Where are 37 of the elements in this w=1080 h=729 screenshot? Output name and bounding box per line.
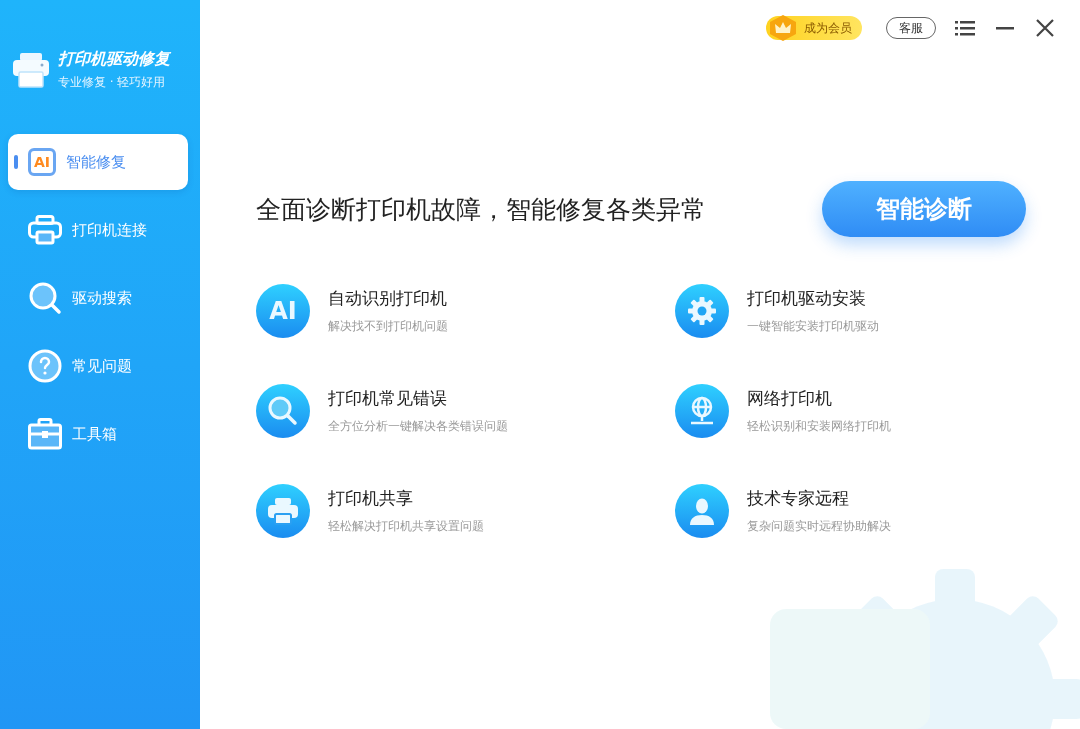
ai-icon: AI [256, 284, 310, 338]
feature-description: 解决找不到打印机问题 [328, 318, 448, 335]
feature-description: 轻松解决打印机共享设置问题 [328, 518, 484, 535]
headline: 全面诊断打印机故障，智能修复各类异常 [256, 193, 706, 226]
crown-icon [768, 14, 798, 42]
search-icon [28, 281, 62, 315]
printer-logo-icon [12, 52, 50, 88]
app-title: 打印机驱动修复 [58, 49, 170, 70]
feature-description: 轻松识别和安装网络打印机 [747, 418, 891, 435]
feature-description: 全方位分析一键解决各类错误问题 [328, 418, 508, 435]
printer-icon [256, 484, 310, 538]
person-icon [675, 484, 729, 538]
feature-description: 复杂问题实时远程协助解决 [747, 518, 891, 535]
ai-icon: AI [28, 148, 56, 176]
feature-description: 一键智能安装打印机驱动 [747, 318, 879, 335]
vip-button[interactable]: 成为会员 [766, 16, 862, 40]
toolbox-icon [28, 418, 62, 450]
nav-label: 打印机连接 [72, 220, 147, 240]
close-icon[interactable] [1034, 17, 1056, 39]
globe-icon [675, 384, 729, 438]
feature-title[interactable]: 网络打印机 [747, 387, 891, 410]
feature-title[interactable]: 打印机常见错误 [328, 387, 508, 410]
feature-title[interactable]: 自动识别打印机 [328, 287, 448, 310]
customer-service-button[interactable]: 客服 [886, 17, 936, 39]
feature-title[interactable]: 技术专家远程 [747, 487, 891, 510]
feature-title[interactable]: 打印机共享 [328, 487, 484, 510]
nav-label: 智能修复 [66, 152, 126, 172]
gear-icon [675, 284, 729, 338]
selection-indicator [14, 155, 18, 169]
app-subtitle: 专业修复 · 轻巧好用 [58, 74, 167, 91]
feature-title[interactable]: 打印机驱动安装 [747, 287, 879, 310]
printer-icon [28, 215, 62, 245]
nav-label: 常见问题 [72, 356, 132, 376]
nav-label: 驱动搜索 [72, 288, 132, 308]
search-icon [256, 384, 310, 438]
help-icon [28, 349, 62, 383]
nav-label: 工具箱 [72, 424, 117, 444]
